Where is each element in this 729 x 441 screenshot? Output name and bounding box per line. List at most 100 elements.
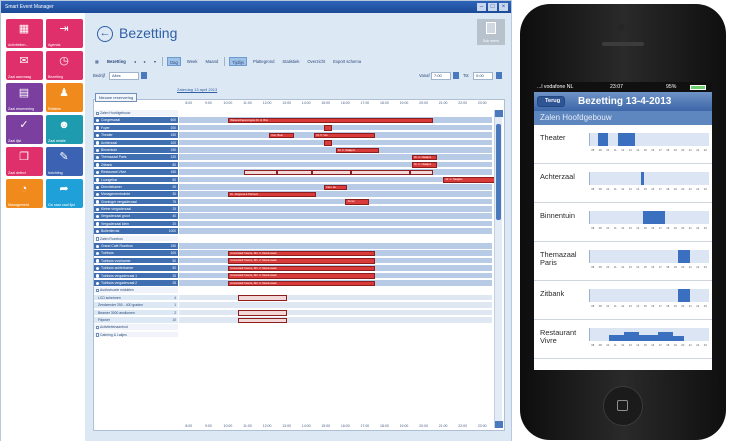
back-button[interactable]: ← [97,26,113,42]
reservation-bar[interactable] [237,295,287,301]
room-occupancy-row[interactable]: Zitbank 08 09 10 11 12 13 14 15 16 17 18 19 20 21 22 23 [534,281,712,320]
reservation-bar[interactable]: Dr. C. Naaijers [335,147,379,153]
scrollbar-thumb[interactable] [496,124,501,220]
room-occupancy-row[interactable]: Binnentuin 08 09 10 11 12 13 14 15 16 17 18 19 20 21 22… [534,203,712,242]
option-overzicht[interactable]: Overzicht [305,57,327,66]
minimize-button[interactable]: – [477,3,486,11]
tile-zaal-defect[interactable]: ❐ Zaal defect [6,147,43,176]
room-row[interactable]: Directiekamer 20 Fam. de [94,183,492,191]
room-row[interactable]: Foyer 200 [94,124,492,132]
room-row[interactable]: Groninger vergaderzaal 75 Kunst [94,198,492,206]
reservation-bar[interactable] [276,169,313,176]
reservation-bar[interactable] [323,140,332,146]
room-row[interactable]: Achterzaal 100 [94,139,492,147]
view-week[interactable]: Week [185,57,200,66]
reservation-bar[interactable] [409,169,434,176]
maximize-button[interactable]: □ [488,3,497,11]
option-export-schema[interactable]: Export schema [331,57,363,66]
room-row[interactable]: Restaurant Vivre 150 [94,169,492,176]
room-row[interactable]: Vergaderzaal groot 40 [94,213,492,221]
option-tijdlijn[interactable]: Tijdlijn [229,56,247,66]
scroll-down-arrow[interactable] [495,421,503,428]
sub-menu-button[interactable]: Sub menu [477,19,505,45]
room-occupancy-row[interactable]: Themazaal Paris 08 09 10 11 12 13 14 15 16 17 18 19 2… [534,242,712,281]
dropdown-icon[interactable] [141,72,147,79]
room-row[interactable]: Tuinhuis vergaderzaal 2 25 Universiteit Tw… [94,279,492,287]
room-row[interactable]: Tuinhuis voorkamer 50 Universiteit Twente,… [94,257,492,265]
reservation-bar[interactable]: Dr. C. Naaijers [411,154,438,161]
to-time-picker-icon[interactable] [496,72,502,79]
reservation-bar[interactable]: Dr. P. Vos [313,132,375,139]
tile-inrichting[interactable]: ✎ Inrichting [46,147,83,176]
reservation-bar[interactable]: Dr. C. Naaijers [411,162,438,168]
tile-management[interactable]: ◔ Management [6,179,43,208]
room-occupancy-row[interactable]: Achterzaal 08 09 10 11 12 13 14 15 16 17 18 19 20 21 22… [534,164,712,203]
tile-zaal-aanvraag[interactable]: ✉ Zaal aanvraag [6,51,43,80]
room-row[interactable]: Flipover 10 [94,316,492,324]
room-row[interactable]: Beamer 3000 ansilumen 2 [94,309,492,317]
collapse-toggle[interactable] [95,111,99,115]
reservation-bar[interactable]: Universiteit Twente, Dhr. Z. Mamimsaad [227,280,375,286]
collapse-toggle[interactable] [95,325,99,330]
home-button[interactable] [603,386,643,426]
room-row[interactable]: Binnentuin 150 Dr. C. Naaijers [94,146,492,154]
reservation-bar[interactable]: Wetenschapscongres Dr. H. Bos [227,117,434,124]
reservation-bar[interactable]: Fam. de [323,184,348,190]
reservation-bar[interactable]: Kon. Boer [268,132,295,139]
nav-button[interactable]: ◂ [132,57,138,66]
to-time-input[interactable]: 0:00 [473,72,493,80]
reservation-bar[interactable] [237,310,287,316]
nav-button[interactable]: ▾ [152,57,158,66]
room-row[interactable]: Themazaal Paris 120 Dr. C. Naaijers [94,154,492,161]
room-row[interactable]: Managementruimte 30 Dr. Jongsma & Partners [94,191,492,198]
room-occupancy-row[interactable]: Theater 08 09 10 11 12 13 14 15 16 17 18 19 20 21 22 23 [534,125,712,164]
tile-zaal-relatie[interactable]: ☻ Zaal relatie [46,115,83,144]
room-row[interactable]: Theater 150 Kon. Boer Dr. P. Vos [94,132,492,139]
reservation-bar[interactable]: Kunst [345,199,369,205]
reservation-bar[interactable]: Universiteit Twente, Dhr. Z. Mamimsaad [227,251,375,257]
reservation-bar[interactable]: Dr. Jongsma & Partners [227,191,316,198]
back-button[interactable]: Terug [537,96,566,107]
reservation-bar[interactable]: Universiteit Twente, Dhr. Z. Mamimsaad [227,273,375,279]
room-row[interactable]: Buitenterras 1000 [94,228,492,235]
tile-activiteiten-[interactable]: ▦ Activiteiten... [6,19,43,48]
option-plattegrond[interactable]: Plattegrond [251,57,276,66]
room-row[interactable]: Tuinhuis achterkamer 50 Universiteit Twent… [94,265,492,272]
reservation-bar[interactable] [237,317,287,323]
view-dag[interactable]: Dag [167,56,181,66]
reservation-bar[interactable] [243,169,277,176]
close-button[interactable]: × [499,3,508,11]
tile-bezetting[interactable]: ◷ Bezetting [46,51,83,80]
company-select[interactable]: Alles [109,72,139,80]
vertical-scrollbar[interactable] [494,110,503,428]
option-statistiek[interactable]: Statistiek [280,57,301,66]
room-row[interactable]: Tuinhuis 100 Universiteit Twente, Dhr. Z. … [94,250,492,258]
room-row[interactable]: Vergaderzaal klein 20 [94,220,492,228]
nav-button[interactable]: ▸ [142,57,148,66]
tile-zaal-lijst[interactable]: ✓ Zaal lijst [6,115,43,144]
from-time-picker-icon[interactable] [453,72,459,79]
view-maand[interactable]: Maand [203,57,220,66]
room-row[interactable]: Tuinhuis vergaderzaal 1 25 Universiteit Tw… [94,272,492,280]
date-link[interactable]: Zaterdag 13 april 2013 [177,87,217,92]
collapse-toggle[interactable] [95,333,99,337]
room-row[interactable]: Congreszaal 600 Wetenschapscongres Dr. H. … [94,117,492,124]
tile-ga-naar-zaal-lijst[interactable]: ➦ Ga naar zaal lijst [46,179,83,208]
new-reservation-button[interactable]: Nieuwe reservering [95,93,137,102]
room-row[interactable]: Kleine vergaderzaal 25 [94,206,492,213]
tile-zaal-reservering[interactable]: ▤ Zaal reservering [6,83,43,112]
room-row[interactable]: Zendzender 250 - 400 graden 1 [94,302,492,309]
reservation-bar[interactable]: Dr. C. Naaijers [443,177,500,183]
reservation-bar[interactable] [312,169,352,176]
from-time-input[interactable]: 7:00 [431,72,451,80]
collapse-toggle[interactable] [95,237,99,241]
reservation-bar[interactable]: Universiteit Twente, Dhr. Z. Mamimsaad [227,265,375,272]
reservation-bar[interactable] [351,169,410,176]
reservation-bar[interactable]: Universiteit Twente, Dhr. Z. Mamimsaad [227,258,375,264]
room-row[interactable]: Zitbank 80 Dr. C. Naaijers [94,161,492,169]
room-row[interactable]: Loungebar 60 Dr. C. Naaijers [94,176,500,184]
scroll-up-arrow[interactable] [495,110,503,117]
tile-relaties[interactable]: ♟ Relaties [46,83,83,112]
room-row[interactable]: LCD schermen 4 [94,294,492,302]
room-occupancy-row[interactable]: Restaurant Vivre 08 09 10 11 12 13 14 15 16 17 18 19… [534,320,712,359]
